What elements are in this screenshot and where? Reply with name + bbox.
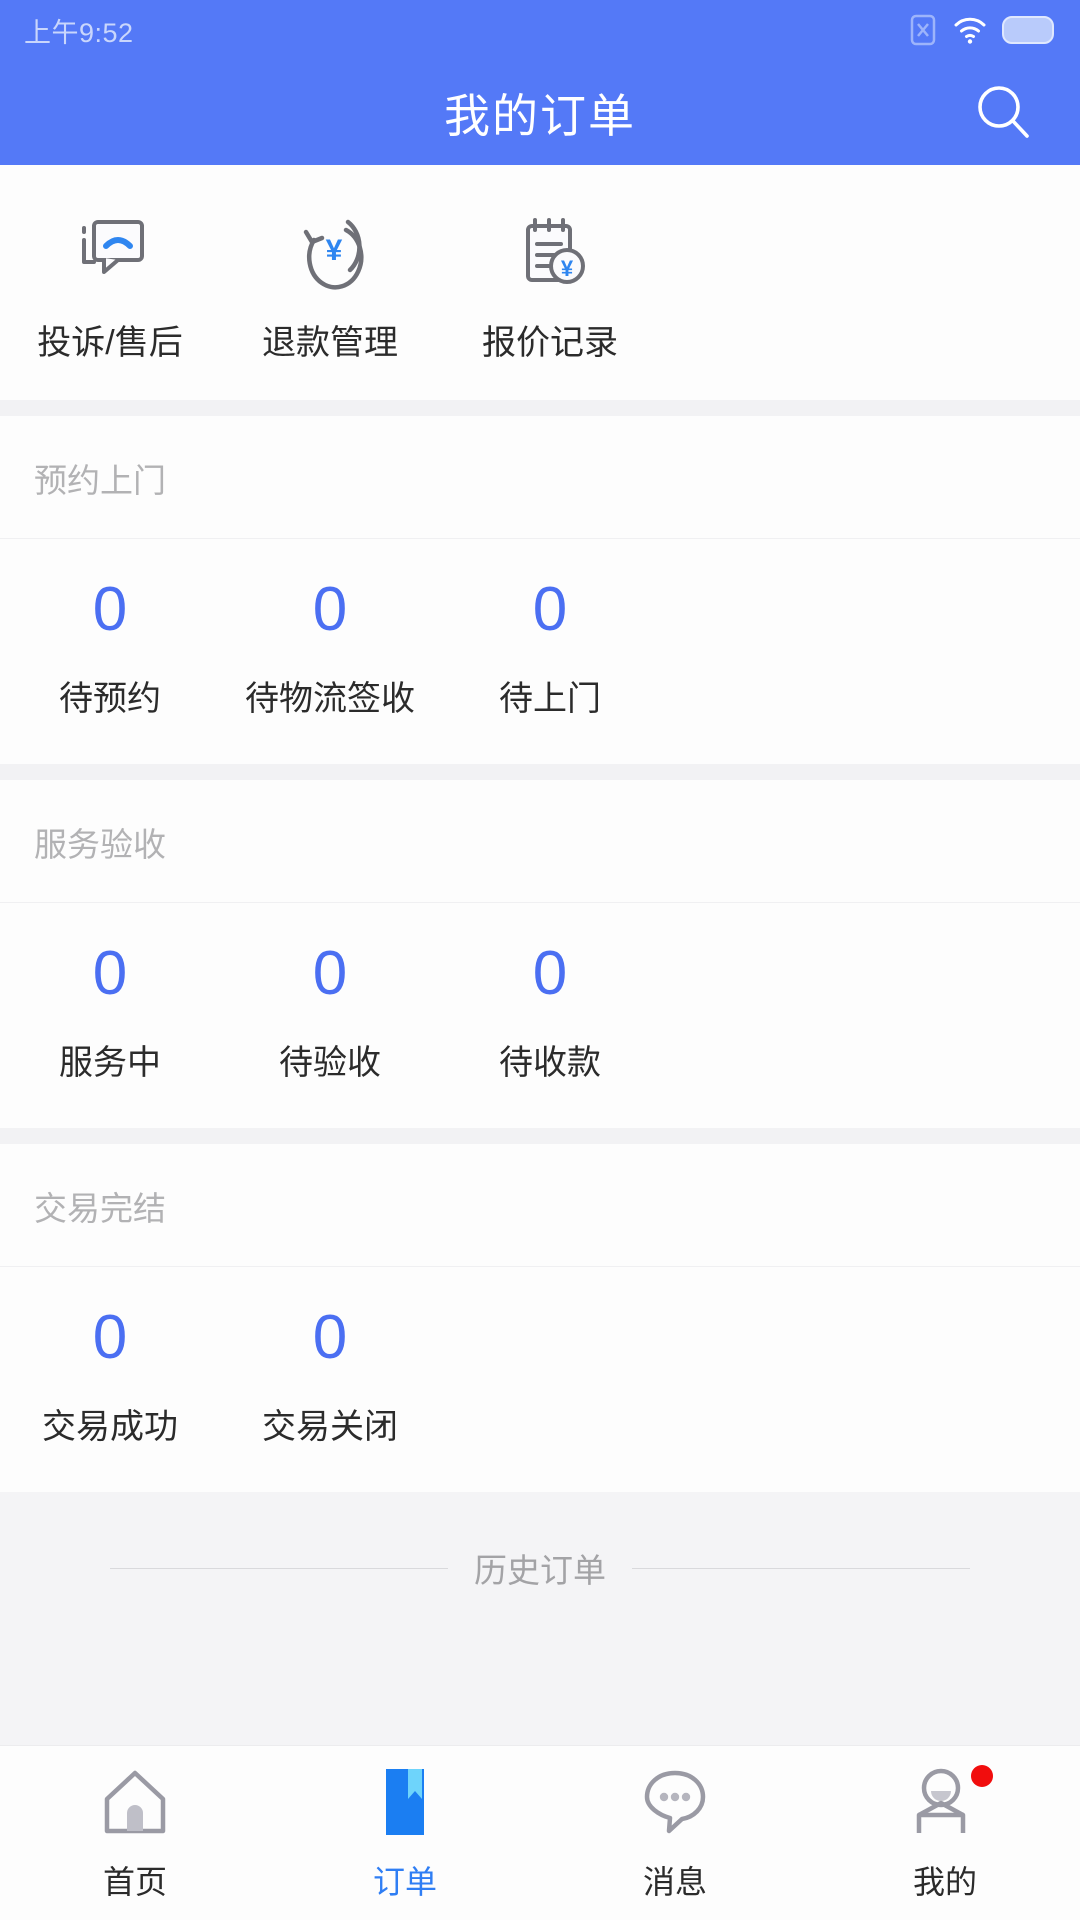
order-book-icon [367, 1763, 443, 1841]
stat-count: 0 [92, 939, 128, 1008]
stat-count: 0 [92, 575, 128, 644]
quick-action-quotation[interactable]: ¥ 报价记录 [440, 213, 660, 364]
stat-label: 服务中 [59, 1044, 161, 1082]
home-icon [97, 1763, 173, 1841]
app-root: 上午9:52 我的订单 投诉/售后 ¥ 退款管理 ¥ 报价记录 预约上门 0 待… [0, 0, 1080, 1920]
status-time: 上午9:52 [24, 17, 134, 48]
profile-person-icon [907, 1763, 993, 1841]
history-orders-label: 历史订单 [474, 1552, 606, 1589]
svg-text:¥: ¥ [326, 234, 343, 267]
bottom-tab-bar: 首页 订单 消息 我的 [0, 1745, 1080, 1920]
section-transaction-complete: 交易完结 0 交易成功 0 交易关闭 [0, 1144, 1080, 1492]
history-divider-line-left [110, 1567, 448, 1569]
status-icons [908, 12, 1056, 48]
status-bar: 上午9:52 [0, 0, 1080, 60]
app-header: 我的订单 [0, 60, 1080, 165]
profile-badge-dot [971, 1765, 993, 1787]
section-gap [0, 764, 1080, 780]
stat-label: 待验收 [279, 1044, 381, 1082]
section-appointment: 预约上门 0 待预约 0 待物流签收 0 待上门 [0, 416, 1080, 764]
stat-count: 0 [532, 575, 568, 644]
tab-home[interactable]: 首页 [0, 1763, 270, 1903]
complaint-aftersale-icon [68, 213, 152, 293]
tab-label: 订单 [372, 1864, 437, 1900]
stat-label: 待收款 [499, 1044, 601, 1082]
stat-cell-pending-acceptance[interactable]: 0 待验收 [220, 943, 440, 1084]
stat-row: 0 交易成功 0 交易关闭 [0, 1267, 1080, 1492]
wifi-icon [952, 15, 988, 45]
stat-row: 0 待预约 0 待物流签收 0 待上门 [0, 539, 1080, 764]
stat-cell-pending-logistics[interactable]: 0 待物流签收 [220, 579, 440, 720]
sim-no-service-icon [908, 12, 938, 48]
history-divider[interactable]: 历史订单 [110, 1544, 970, 1592]
tab-label: 我的 [912, 1864, 977, 1900]
section-gap [0, 1128, 1080, 1144]
section-title: 服务验收 [0, 780, 1080, 903]
stat-cell-pending-visit[interactable]: 0 待上门 [440, 579, 660, 720]
page-title: 我的订单 [444, 89, 636, 142]
stat-count: 0 [312, 939, 348, 1008]
history-divider-line-right [632, 1567, 970, 1569]
stat-count: 0 [312, 1303, 348, 1372]
tab-label: 首页 [102, 1864, 167, 1900]
tab-label: 消息 [642, 1864, 707, 1900]
stat-cell-pending-payment[interactable]: 0 待收款 [440, 943, 660, 1084]
section-gap [0, 400, 1080, 416]
stat-label: 交易成功 [42, 1408, 178, 1446]
section-title: 交易完结 [0, 1144, 1080, 1267]
stat-cell-pending-appointment[interactable]: 0 待预约 [0, 579, 220, 720]
quick-action-label: 投诉/售后 [37, 324, 183, 362]
stat-count: 0 [312, 575, 348, 644]
quotation-record-icon: ¥ [508, 213, 592, 293]
quick-action-label: 报价记录 [482, 324, 618, 362]
stat-cell-transaction-success[interactable]: 0 交易成功 [0, 1307, 220, 1448]
stat-count: 0 [532, 939, 568, 1008]
stat-label: 待预约 [59, 680, 161, 718]
refund-management-icon: ¥ [288, 213, 372, 293]
svg-text:¥: ¥ [561, 256, 574, 281]
message-bubble-icon [637, 1763, 713, 1841]
history-orders-area: 历史订单 [0, 1492, 1080, 1745]
section-service-acceptance: 服务验收 0 服务中 0 待验收 0 待收款 [0, 780, 1080, 1128]
search-icon[interactable] [968, 77, 1040, 149]
tab-messages[interactable]: 消息 [540, 1763, 810, 1903]
stat-cell-in-service[interactable]: 0 服务中 [0, 943, 220, 1084]
section-title: 预约上门 [0, 416, 1080, 539]
stat-label: 交易关闭 [262, 1408, 398, 1446]
stat-count: 0 [92, 1303, 128, 1372]
battery-icon [1002, 16, 1056, 44]
tab-profile[interactable]: 我的 [810, 1763, 1080, 1903]
stat-cell-transaction-closed[interactable]: 0 交易关闭 [220, 1307, 440, 1448]
stat-row: 0 服务中 0 待验收 0 待收款 [0, 903, 1080, 1128]
stat-label: 待物流签收 [245, 680, 415, 718]
quick-action-refund[interactable]: ¥ 退款管理 [220, 213, 440, 364]
quick-action-label: 退款管理 [262, 324, 398, 362]
quick-actions-row: 投诉/售后 ¥ 退款管理 ¥ 报价记录 [0, 165, 1080, 400]
tab-orders[interactable]: 订单 [270, 1763, 540, 1903]
stat-label: 待上门 [499, 680, 601, 718]
quick-action-complaint[interactable]: 投诉/售后 [0, 213, 220, 364]
